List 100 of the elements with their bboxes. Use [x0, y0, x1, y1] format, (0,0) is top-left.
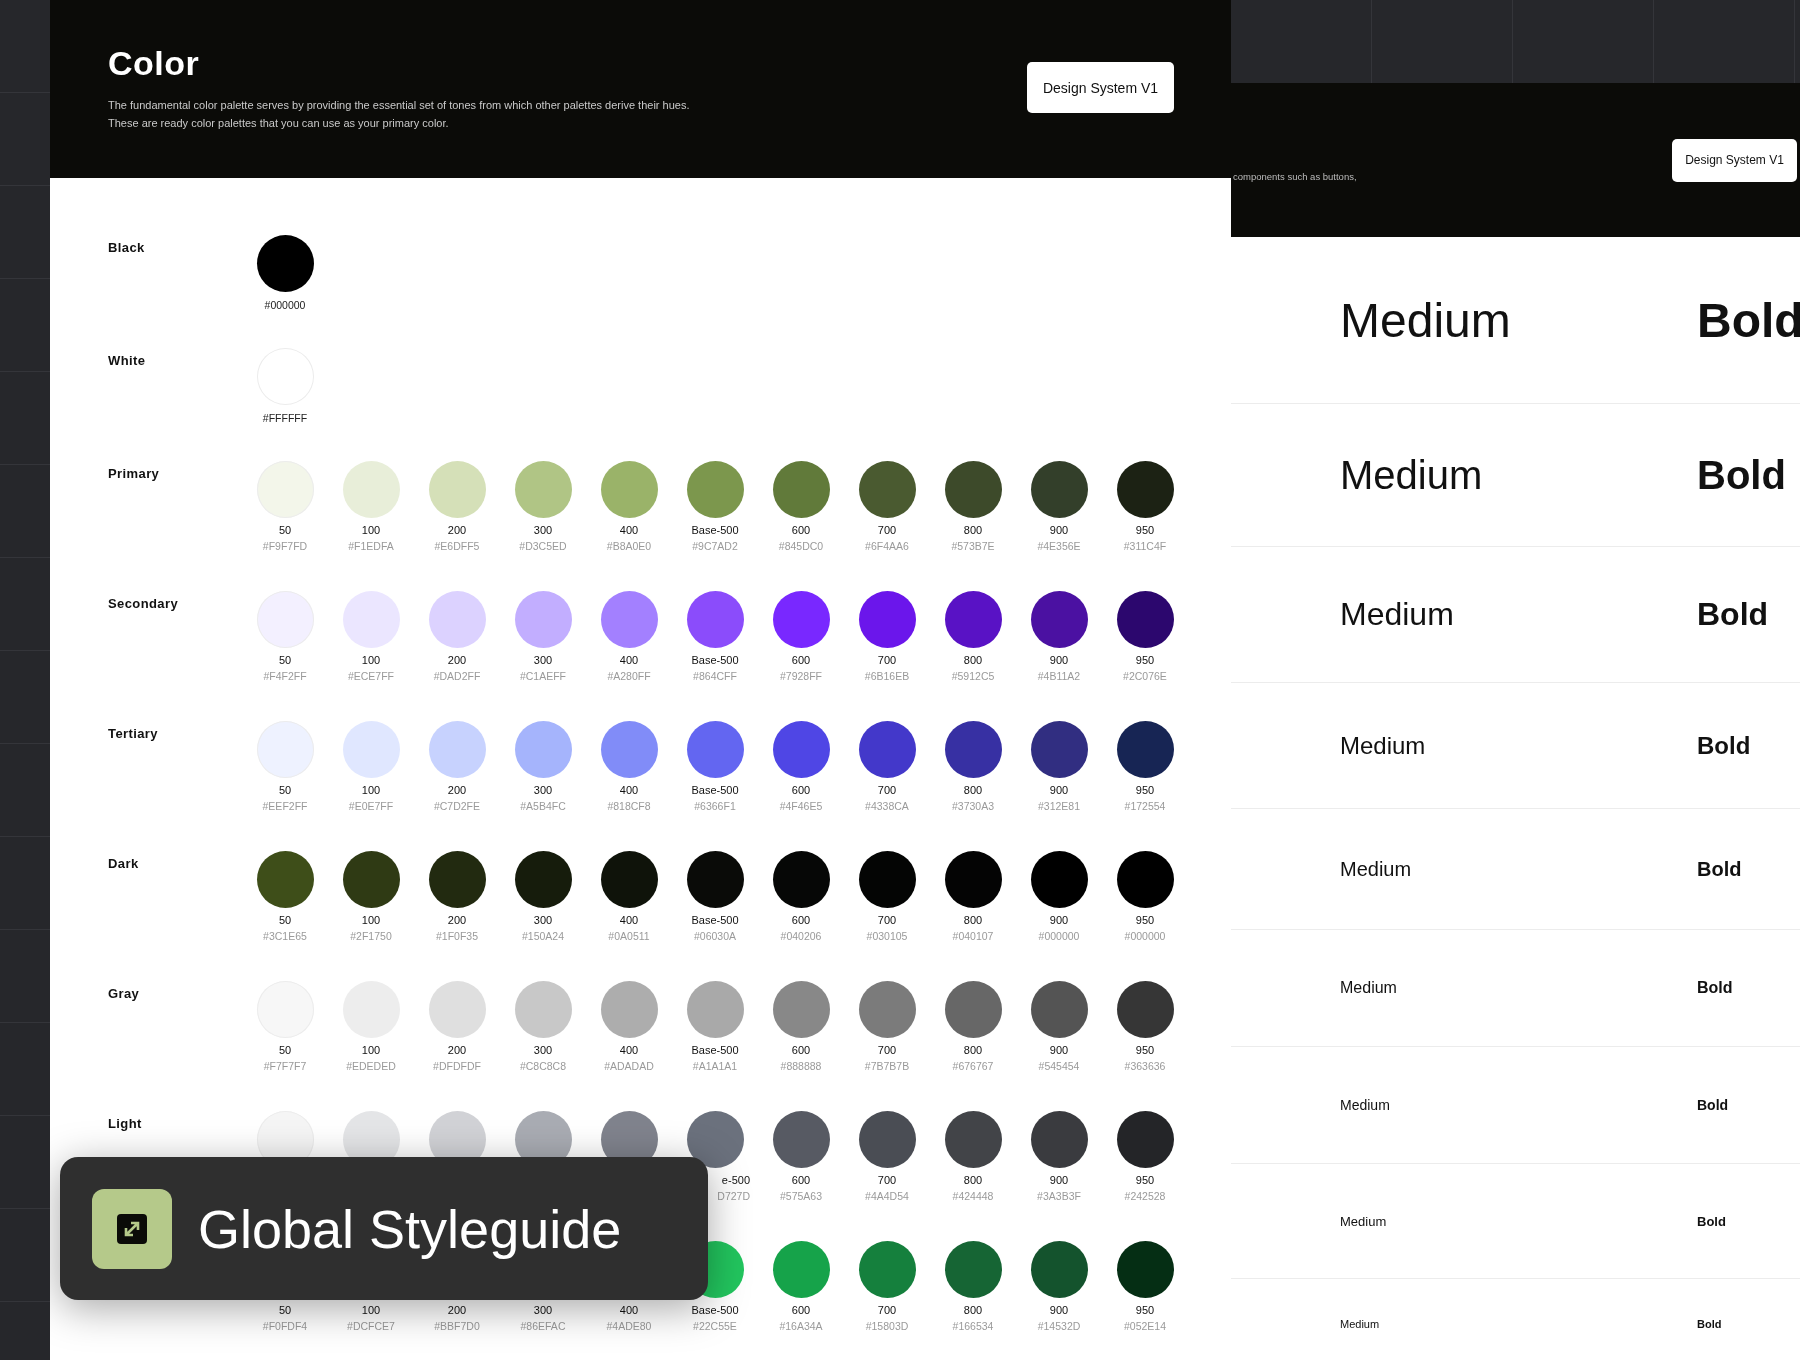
hex-code: #06030A	[693, 930, 736, 942]
palette-name: Black	[108, 239, 146, 255]
shade-label: e-500	[721, 1174, 750, 1186]
medium-sample: Medium	[1339, 292, 1512, 348]
shade-label: 700	[877, 784, 897, 796]
hex-code: #D3C5ED	[519, 540, 567, 552]
hex-code: #575A63	[779, 1190, 822, 1202]
shade-label: 950	[1135, 524, 1155, 536]
shade-label: 200	[447, 524, 467, 536]
shade-label: 100	[361, 914, 381, 926]
shade-label: 400	[619, 654, 639, 666]
hex-code: #F0FDF4	[262, 1320, 308, 1332]
shade-label: 900	[1049, 1044, 1069, 1056]
bold-sample: Bold	[1697, 857, 1742, 881]
hex-code: #818CF8	[607, 800, 651, 812]
shade-label: 800	[963, 654, 983, 666]
shade-label: 800	[963, 524, 983, 536]
shade-label: 600	[791, 524, 811, 536]
medium-sample: Medium	[1339, 857, 1413, 881]
design-system-button[interactable]: Design System V1	[1672, 138, 1797, 182]
hex-code: #888888	[780, 1060, 822, 1072]
hex-code: #4ADE80	[606, 1320, 652, 1332]
shade-label: 200	[447, 1044, 467, 1056]
shade-label: 900	[1049, 1174, 1069, 1186]
bold-sample: Bold	[1697, 596, 1769, 633]
hex-code: #864CFF	[693, 670, 737, 682]
medium-sample: Medium	[1339, 979, 1398, 997]
hex-code: #4338CA	[865, 800, 909, 812]
shade-label: 100	[361, 524, 381, 536]
shade-label: 300	[533, 784, 553, 796]
hex-code: #E6DFF5	[434, 540, 480, 552]
hex-code: D727D	[717, 1190, 750, 1202]
shade-label: 950	[1135, 1304, 1155, 1316]
hex-code: #2C076E	[1123, 670, 1167, 682]
hex-code: #ECE7FF	[347, 670, 395, 682]
hex-code: #C7D2FE	[433, 800, 481, 812]
shade-label: 600	[791, 654, 811, 666]
hex-code: #166534	[952, 1320, 994, 1332]
shade-label: 950	[1135, 784, 1155, 796]
shade-label: 300	[533, 914, 553, 926]
shade-label: 600	[791, 784, 811, 796]
shade-label: 300	[533, 524, 553, 536]
shade-label: 100	[361, 1304, 381, 1316]
shade-label: 600	[791, 914, 811, 926]
palette-name: Light	[108, 1115, 143, 1131]
shade-label: 50	[278, 914, 292, 926]
shade-label: 200	[447, 784, 467, 796]
shade-label: 50	[278, 1044, 292, 1056]
bold-sample: Bold	[1697, 292, 1800, 348]
hex-code: #F9F7FD	[262, 540, 308, 552]
shade-label: 100	[361, 784, 381, 796]
hex-code: #E0E7FF	[348, 800, 394, 812]
hex-code: #000000	[264, 299, 306, 311]
shade-label: Base-500	[691, 914, 739, 926]
shade-label: 600	[791, 1304, 811, 1316]
hex-code: #1F0F35	[436, 930, 478, 942]
shade-label: 600	[791, 1044, 811, 1056]
shade-label: 950	[1135, 914, 1155, 926]
hex-code: #242528	[1124, 1190, 1166, 1202]
hex-code: #4B11A2	[1037, 670, 1081, 682]
hex-code: #5912C5	[951, 670, 995, 682]
hex-code: #A280FF	[607, 670, 651, 682]
bold-sample: Bold	[1697, 979, 1733, 997]
hex-code: #4E356E	[1037, 540, 1081, 552]
shade-label: 50	[278, 654, 292, 666]
shade-label: 800	[963, 1044, 983, 1056]
shade-label: 700	[877, 654, 897, 666]
medium-sample: Medium	[1339, 731, 1427, 760]
hex-code: #6F4AA6	[865, 540, 909, 552]
design-system-button[interactable]: Design System V1	[1027, 62, 1174, 113]
medium-sample: Medium	[1339, 1318, 1381, 1330]
shade-label: 700	[877, 1304, 897, 1316]
hex-code: #DAD2FF	[433, 670, 481, 682]
hex-code: #16A34A	[779, 1320, 823, 1332]
page-title: Color	[108, 44, 201, 83]
hex-code: #14532D	[1037, 1320, 1081, 1332]
shade-label: Base-500	[691, 524, 739, 536]
shade-label: 200	[447, 654, 467, 666]
shade-label: 50	[278, 784, 292, 796]
shade-label: Base-500	[691, 1044, 739, 1056]
shade-label: Base-500	[691, 784, 739, 796]
shade-label: 900	[1049, 784, 1069, 796]
shade-label: 200	[447, 914, 467, 926]
palette-name: Gray	[108, 985, 141, 1001]
page-description: The fundamental color palette serves by providing the essential set of tones from which other palettes derive their hues.	[108, 98, 690, 113]
shade-label: 700	[877, 1044, 897, 1056]
hex-code: #2F1750	[350, 930, 392, 942]
hex-code: #676767	[952, 1060, 994, 1072]
hex-code: #FFFFFF	[262, 412, 308, 424]
hex-code: #6B16EB	[864, 670, 910, 682]
hex-code: #EDEDED	[346, 1060, 396, 1072]
hex-code: #3A3B3F	[1037, 1190, 1081, 1202]
hex-code: #4A4D54	[865, 1190, 909, 1202]
medium-sample: Medium	[1339, 596, 1455, 633]
shade-label: 800	[963, 1304, 983, 1316]
shade-label: 800	[963, 1174, 983, 1186]
hex-code: #7B7B7B	[864, 1060, 910, 1072]
shade-label: 400	[619, 1044, 639, 1056]
bold-sample: Bold	[1697, 1213, 1726, 1229]
hex-code: #052E14	[1123, 1320, 1166, 1332]
